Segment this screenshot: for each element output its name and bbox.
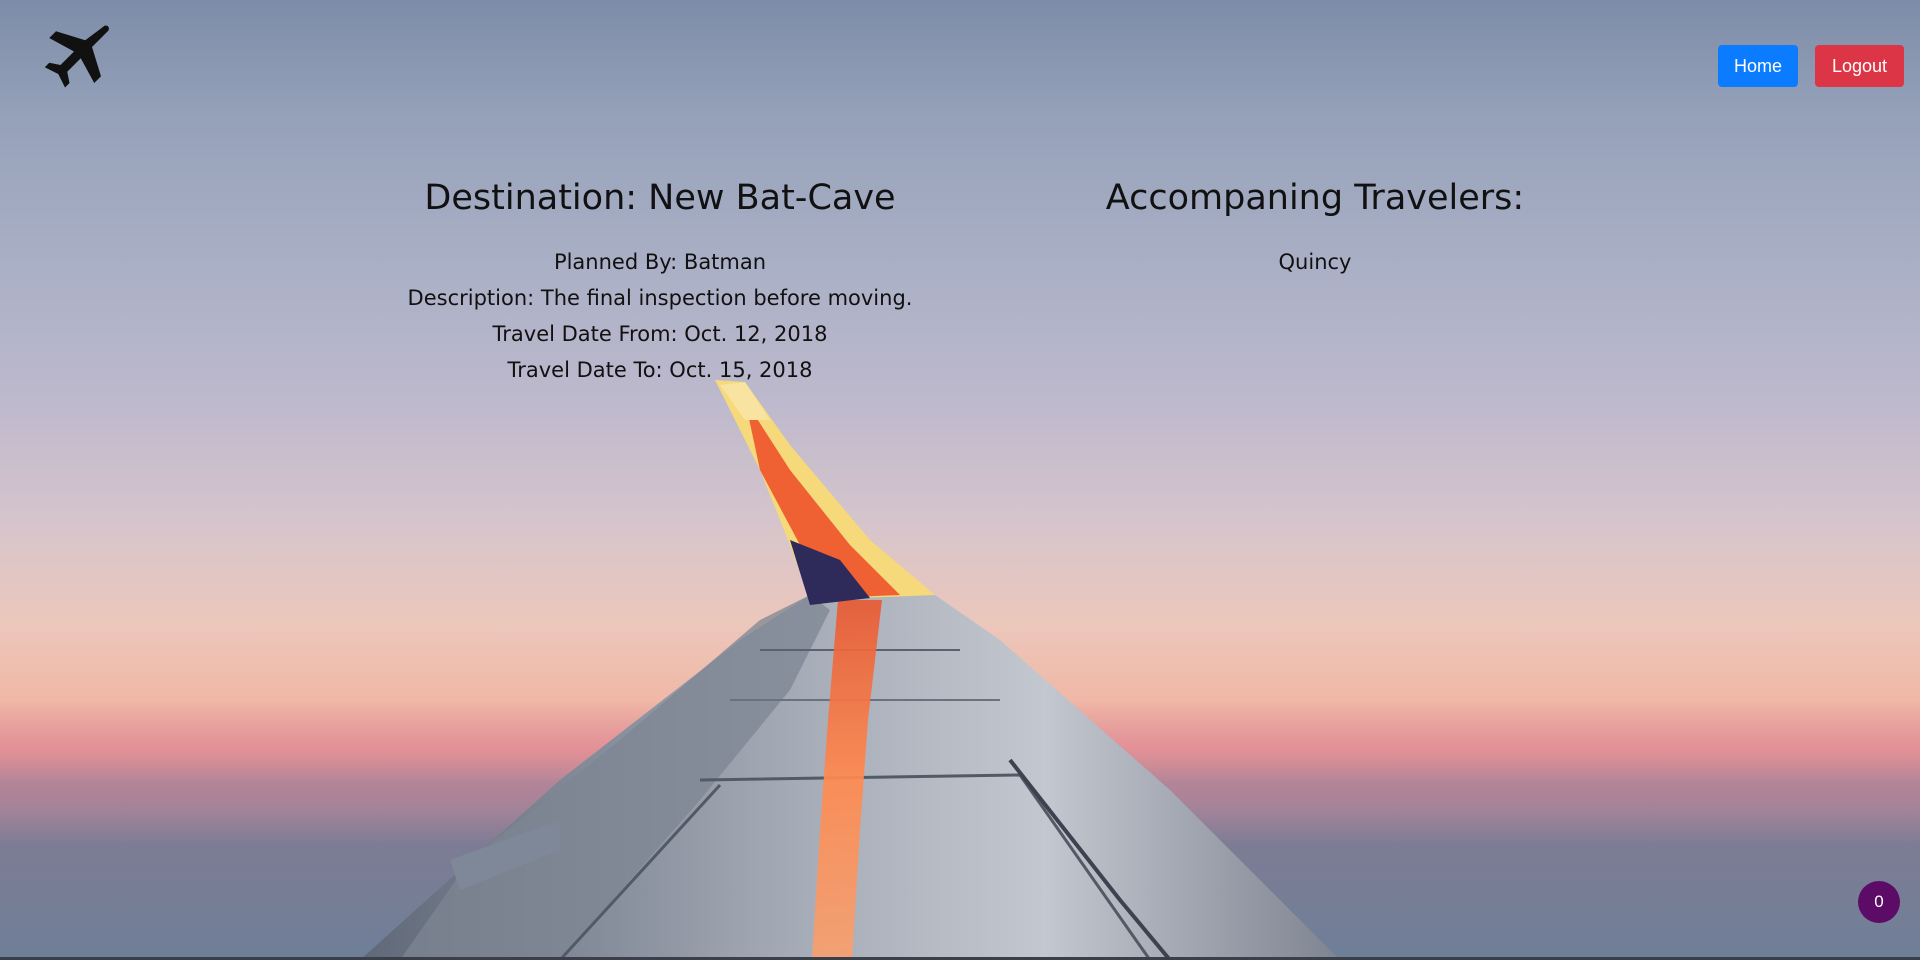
traveler-item: Quincy <box>1278 250 1352 274</box>
notification-badge[interactable]: 0 <box>1858 881 1900 923</box>
logout-button[interactable]: Logout <box>1815 45 1904 87</box>
travel-date-from: Travel Date From: Oct. 12, 2018 <box>492 322 828 346</box>
planned-by: Planned By: Batman <box>553 250 767 274</box>
destination-title: Destination: New Bat-Cave <box>424 178 896 218</box>
travelers-title: Accompaning Travelers: <box>1105 178 1525 218</box>
travelers-section: Accompaning Travelers: Quincy <box>1090 174 1540 280</box>
airplane-wing-image <box>360 380 1340 960</box>
page-background: Home Logout Destination: New Bat-Cave Pl… <box>0 0 1920 960</box>
home-button[interactable]: Home <box>1718 45 1798 87</box>
airplane-icon[interactable] <box>38 20 110 92</box>
trip-description: Description: The final inspection before… <box>407 286 913 310</box>
travel-date-to: Travel Date To: Oct. 15, 2018 <box>507 358 813 382</box>
trip-details: Destination: New Bat-Cave Planned By: Ba… <box>400 174 920 388</box>
nav-buttons: Home Logout <box>1718 45 1904 87</box>
